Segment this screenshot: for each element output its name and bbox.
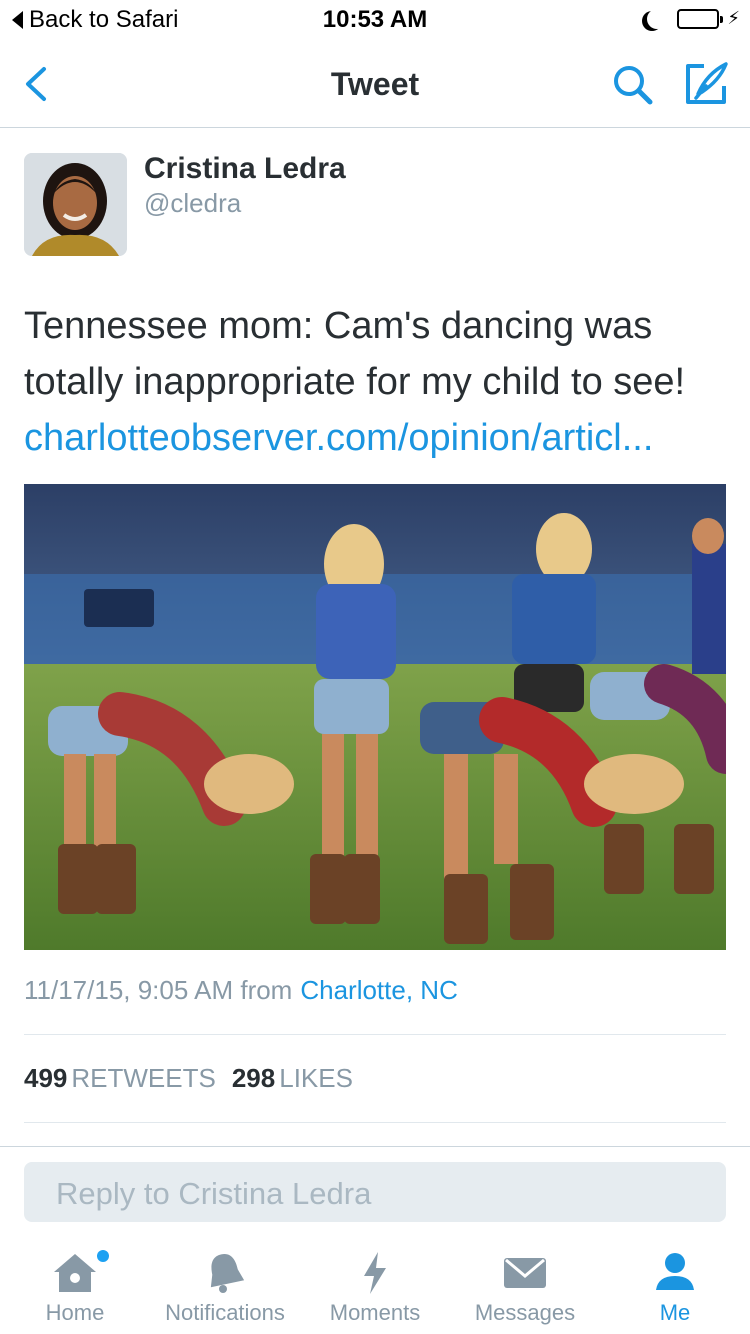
tab-me[interactable]: Me — [600, 1240, 750, 1334]
likes-label[interactable]: LIKES — [279, 1063, 353, 1093]
tab-bar: Home Notifications Moments Messages Me — [0, 1240, 750, 1334]
tab-notifications-label: Notifications — [165, 1300, 285, 1325]
likes-count[interactable]: 298 — [232, 1063, 275, 1093]
envelope-icon — [504, 1258, 546, 1288]
tweet-meta: 11/17/15, 9:05 AM from Charlotte, NC — [24, 975, 458, 1006]
tab-messages[interactable]: Messages — [450, 1240, 600, 1334]
avatar[interactable] — [24, 153, 127, 256]
bell-icon — [210, 1254, 245, 1293]
nav-bar: Tweet — [0, 40, 750, 128]
tab-moments-label: Moments — [329, 1300, 421, 1325]
divider — [24, 1122, 726, 1123]
reply-divider — [0, 1146, 750, 1147]
tweet-text-line-2: totally inappropriate for my child to se… — [24, 361, 686, 403]
reply-input[interactable]: Reply to Cristina Ledra — [24, 1162, 726, 1222]
home-icon — [54, 1254, 96, 1292]
status-indicators: ⚡ — [641, 8, 740, 29]
author-handle[interactable]: @cledra — [144, 188, 241, 219]
author-name[interactable]: Cristina Ledra — [144, 152, 346, 186]
lightning-icon — [364, 1252, 386, 1294]
tweet-text: Tennessee mom: Cam's dancing was totally… — [24, 298, 730, 466]
retweets-count[interactable]: 499 — [24, 1063, 67, 1093]
tab-notifications[interactable]: Notifications — [150, 1240, 300, 1334]
status-time: 10:53 AM — [322, 6, 428, 33]
tab-moments[interactable]: Moments — [300, 1240, 450, 1334]
tweet-timestamp: 11/17/15, 9:05 AM from — [24, 975, 293, 1005]
tab-home-label: Home — [45, 1300, 105, 1325]
battery-icon — [677, 8, 724, 29]
tab-me-label: Me — [659, 1300, 691, 1325]
compose-icon[interactable] — [684, 60, 730, 106]
retweets-label[interactable]: RETWEETS — [71, 1063, 215, 1093]
tab-messages-label: Messages — [474, 1300, 576, 1325]
tweet-photo[interactable] — [24, 484, 726, 950]
tweet-location[interactable]: Charlotte, NC — [300, 975, 458, 1005]
search-icon[interactable] — [610, 62, 656, 108]
tweet-link[interactable]: charlotteobserver.com/opinion/articl... — [24, 410, 730, 466]
tab-home[interactable]: Home — [0, 1240, 150, 1334]
divider — [24, 1034, 726, 1035]
avatar-photo — [24, 153, 127, 256]
moon-icon — [647, 9, 667, 29]
notification-dot — [97, 1250, 109, 1262]
tweet-stats: 499 RETWEETS 298 LIKES — [24, 1063, 369, 1094]
tweet-text-line-1: Tennessee mom: Cam's dancing was — [24, 305, 653, 347]
charging-bolt-icon: ⚡ — [727, 8, 740, 28]
person-icon — [656, 1253, 694, 1290]
photo-image — [24, 484, 726, 950]
status-bar: Back to Safari 10:53 AM ⚡ — [0, 0, 750, 40]
